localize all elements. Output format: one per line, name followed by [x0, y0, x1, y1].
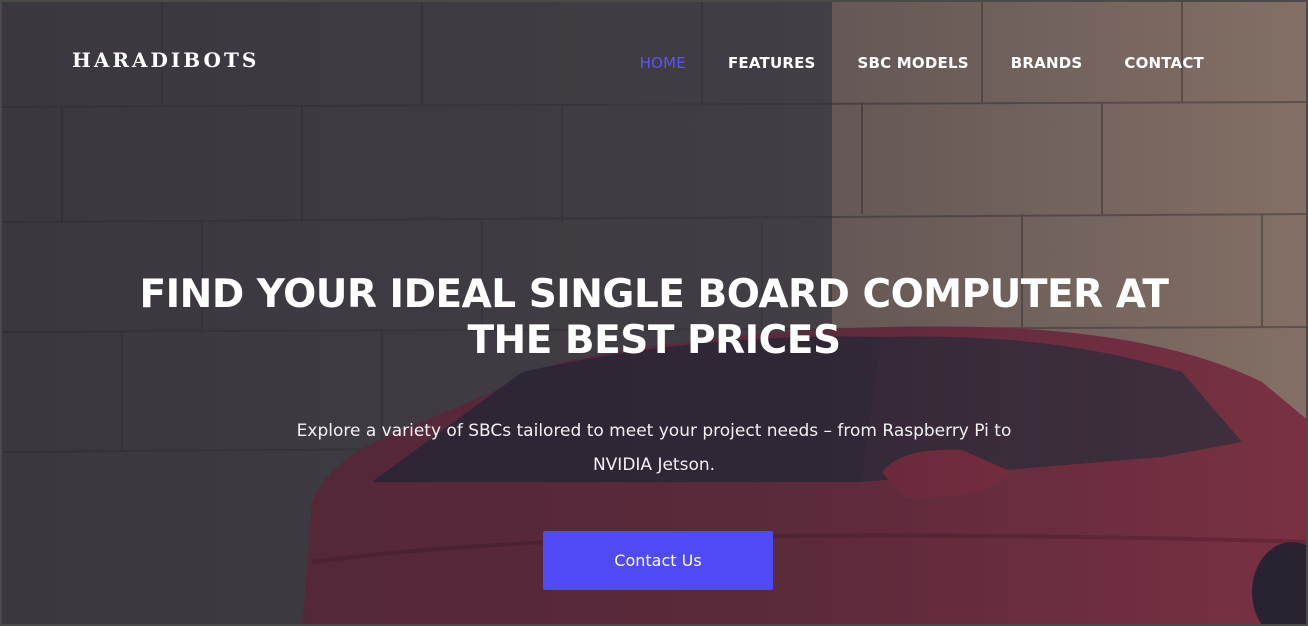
nav-home[interactable]: HOME — [640, 54, 686, 72]
nav-features[interactable]: FEATURES — [728, 54, 816, 72]
hero-content: FIND YOUR IDEAL SINGLE BOARD COMPUTER AT… — [2, 272, 1306, 482]
nav-sbc-models[interactable]: SBC MODELS — [858, 54, 969, 72]
main-menu: HOME FEATURES SBC MODELS BRANDS CONTACT — [640, 54, 1204, 72]
hero-subtitle: Explore a variety of SBCs tailored to me… — [296, 421, 1012, 475]
hero-section: HARADIBOTS HOME FEATURES SBC MODELS BRAN… — [0, 0, 1308, 626]
contact-us-button[interactable]: Contact Us — [543, 531, 773, 590]
nav-brands[interactable]: BRANDS — [1011, 54, 1083, 72]
site-logo[interactable]: HARADIBOTS — [72, 48, 259, 72]
nav-contact[interactable]: CONTACT — [1124, 54, 1204, 72]
top-navbar: HARADIBOTS HOME FEATURES SBC MODELS BRAN… — [2, 2, 1306, 122]
hero-title: FIND YOUR IDEAL SINGLE BOARD COMPUTER AT… — [139, 272, 1169, 363]
